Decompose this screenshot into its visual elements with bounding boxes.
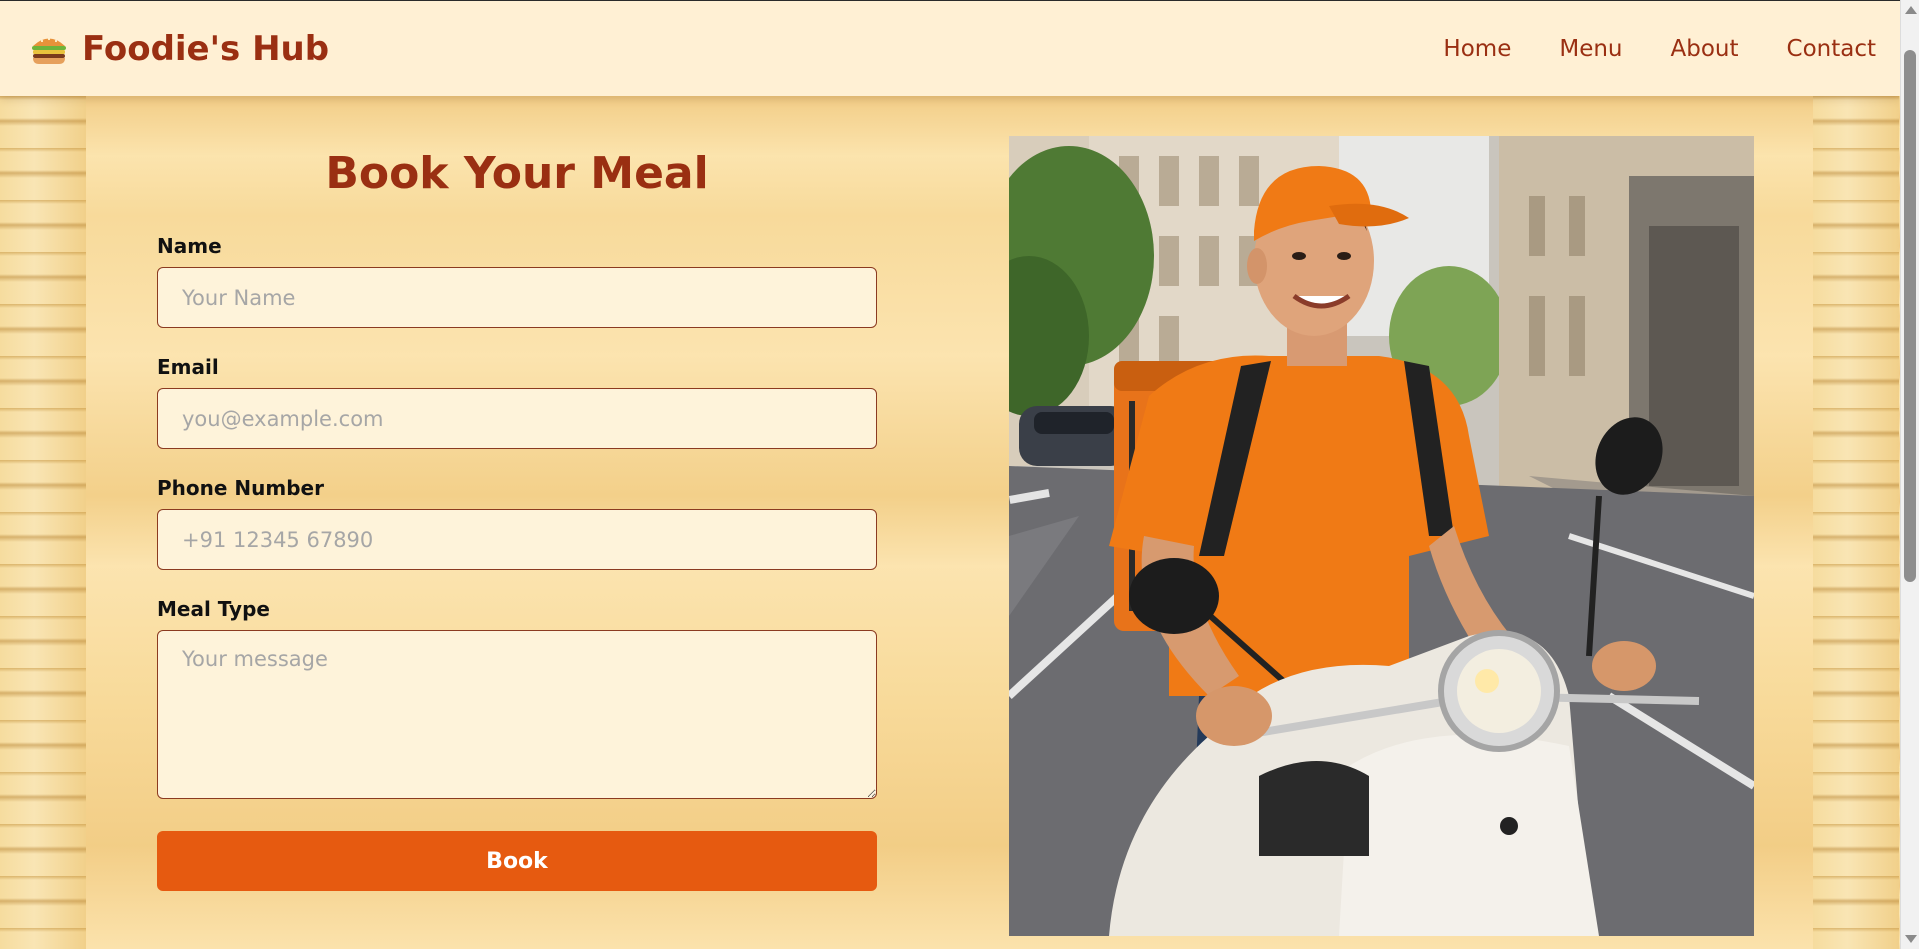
delivery-rider-photo: [1009, 136, 1754, 936]
email-label: Email: [157, 355, 219, 379]
name-field-group: Name: [157, 234, 877, 328]
page-scrollbar[interactable]: [1900, 0, 1919, 949]
phone-label: Phone Number: [157, 476, 324, 500]
burger-icon: [32, 37, 66, 64]
nav-about-link[interactable]: About: [1671, 36, 1739, 62]
wood-texture-left: [0, 96, 86, 949]
name-label: Name: [157, 234, 222, 258]
phone-field-group: Phone Number: [157, 476, 877, 570]
book-button[interactable]: Book: [157, 831, 877, 891]
main-nav: Home Menu About Contact: [1443, 36, 1876, 62]
brand[interactable]: Foodie's Hub: [30, 29, 329, 69]
meal-field-group: Meal Type: [157, 597, 877, 803]
delivery-rider-illustration: [1009, 136, 1754, 936]
email-field-group: Email: [157, 355, 877, 449]
phone-input[interactable]: [157, 509, 877, 570]
nav-contact-link[interactable]: Contact: [1787, 36, 1876, 62]
wood-texture-right: [1813, 96, 1899, 949]
meal-type-textarea[interactable]: [157, 630, 877, 799]
brand-name: Foodie's Hub: [82, 28, 330, 69]
top-navbar: Foodie's Hub Home Menu About Contact: [0, 0, 1900, 96]
form-title: Book Your Meal: [325, 148, 709, 199]
nav-home-link[interactable]: Home: [1443, 36, 1511, 62]
booking-section: Book Your Meal Name Email Phone Number M…: [86, 96, 1813, 949]
booking-form: Book Your Meal Name Email Phone Number M…: [157, 96, 877, 891]
scrollbar-thumb[interactable]: [1904, 50, 1916, 582]
scroll-down-arrow-icon[interactable]: [1905, 935, 1917, 943]
scroll-up-arrow-icon[interactable]: [1905, 6, 1917, 14]
email-input[interactable]: [157, 388, 877, 449]
name-input[interactable]: [157, 267, 877, 328]
nav-menu-link[interactable]: Menu: [1559, 36, 1622, 62]
meal-type-label: Meal Type: [157, 597, 270, 621]
